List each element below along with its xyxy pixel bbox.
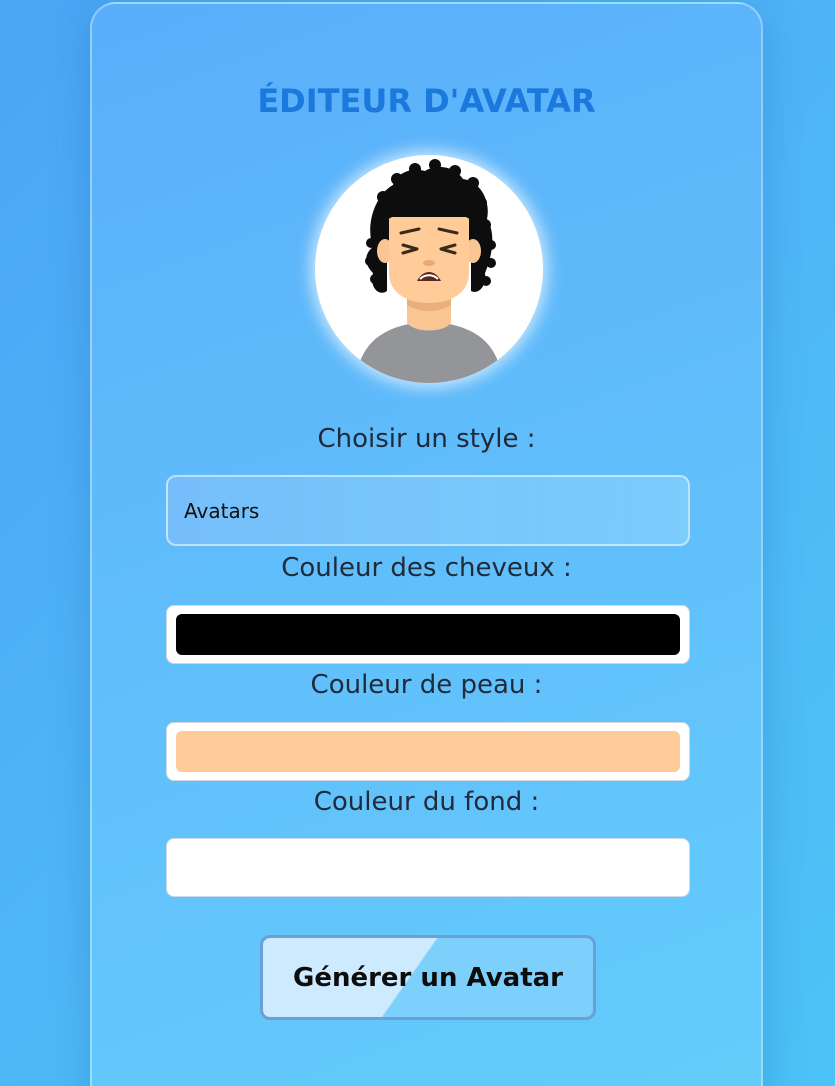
style-select-value: Avatars [184,498,260,523]
avatar-preview [315,155,543,383]
avatar-editor-card: ÉDITEUR D'AVATAR Choisir un style: Avat… [90,2,763,1086]
hair-color-picker[interactable] [166,605,690,664]
skin-color-label: Couleur de peau : [310,670,543,700]
skin-color-swatch [176,731,680,772]
hair-color-swatch [176,614,680,655]
background-color-label: Couleur du fond : [313,787,540,817]
style-select[interactable]: Avatars [166,475,690,546]
hair-color-label: Couleur des cheveux : [281,553,572,583]
avatar-illustration-icon [355,159,503,383]
background-color-picker[interactable] [166,838,690,897]
skin-color-picker[interactable] [166,722,690,781]
background-color-swatch [176,847,680,888]
style-label: Choisir un style : [317,424,536,454]
page-title: ÉDITEUR D'AVATAR [257,82,596,120]
generate-avatar-button[interactable]: Générer un Avatar [260,935,596,1020]
